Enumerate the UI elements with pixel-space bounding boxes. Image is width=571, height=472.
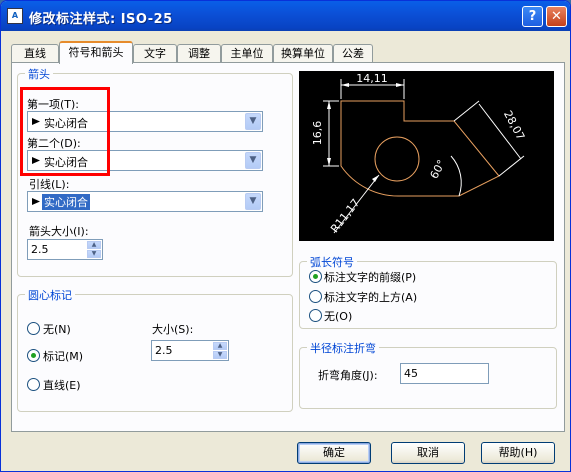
preview-geometry [340,100,500,197]
arc-none-label: 无(O) [324,310,353,323]
ok-button[interactable]: 确定 [297,442,371,464]
dimension-preview: 14,11 16,6 28,07 60° R11,17 [299,71,554,241]
spin-up-icon[interactable]: ▲ [87,241,101,249]
arc-above-label: 标注文字的上方(A) [324,291,418,304]
jog-angle-label: 折弯角度(J): [318,369,378,382]
center-none-label: 无(N) [43,323,71,336]
chevron-down-icon[interactable]: ▼ [245,152,261,169]
center-size-value: 2.5 [155,344,173,357]
arc-above-radio[interactable] [309,290,322,303]
app-icon: A [7,8,23,24]
closed-filled-arrow-icon [31,197,41,206]
arc-prefix-label: 标注文字的前缀(P) [324,271,417,284]
center-marks-group-label: 圆心标记 [25,287,75,303]
preview-arrowheads [327,83,404,182]
tab-symbols-arrows[interactable]: 符号和箭头 [59,41,133,64]
center-line-radio[interactable] [27,378,40,391]
tab-text[interactable]: 文字 [133,44,177,63]
preview-dim-angle: 60° [428,158,449,181]
center-line-label: 直线(E) [43,379,81,392]
arrow-size-stepper[interactable]: 2.5 ▲ ▼ [27,239,103,260]
spin-down-icon[interactable]: ▼ [213,351,227,359]
preview-dim-left: 16,6 [311,121,324,146]
spin-up-icon[interactable]: ▲ [213,342,227,350]
leader-label: 引线(L): [29,178,70,191]
arrow-size-label: 箭头大小(I): [29,225,89,238]
tab-fit[interactable]: 调整 [177,44,221,63]
arrow-size-value: 2.5 [31,243,49,256]
jog-angle-input[interactable]: 45 [400,363,489,384]
center-size-stepper[interactable]: 2.5 ▲ ▼ [151,340,229,361]
spin-down-icon[interactable]: ▼ [87,250,101,258]
preview-dim-top: 14,11 [356,72,388,85]
arc-length-group-label: 弧长符号 [307,254,357,270]
center-mark-label: 标记(M) [43,350,84,363]
leader-value: 实心闭合 [42,194,90,210]
preview-dim-radius: R11,17 [328,196,362,235]
center-size-label: 大小(S): [152,323,194,336]
arc-none-radio[interactable] [309,309,322,322]
chevron-down-icon[interactable]: ▼ [245,113,261,130]
window-title: 修改标注样式: ISO-25 [29,12,173,27]
title-bar[interactable]: A 修改标注样式: ISO-25 ? ✕ [1,1,570,31]
part-outline [340,100,500,197]
jog-angle-value: 45 [404,367,418,380]
cancel-button[interactable]: 取消 [391,442,465,464]
highlight-box [20,87,110,176]
arc-prefix-radio[interactable] [309,270,322,283]
spin-buttons[interactable]: ▲ ▼ [213,342,227,359]
center-mark-radio[interactable] [27,349,40,362]
leader-select[interactable]: 实心闭合 ▼ [27,191,263,212]
help-title-button[interactable]: ? [522,6,543,27]
close-button[interactable]: ✕ [546,6,567,27]
tab-lines[interactable]: 直线 [11,44,59,63]
preview-drawing: 14,11 16,6 28,07 60° R11,17 [311,72,527,235]
chevron-down-icon[interactable]: ▼ [245,193,261,210]
tab-tolerances[interactable]: 公差 [333,44,373,63]
arrowheads-group-label: 箭头 [25,66,53,82]
tab-primary-units[interactable]: 主单位 [221,44,273,63]
help-button[interactable]: 帮助(H) [481,442,555,464]
spin-buttons[interactable]: ▲ ▼ [87,241,101,258]
tab-alternate-units[interactable]: 换算单位 [273,44,333,63]
dialog-window: A 修改标注样式: ISO-25 ? ✕ 直线 符号和箭头 文字 调整 主单位 … [0,0,571,472]
hole-circle [374,136,420,182]
center-none-radio[interactable] [27,322,40,335]
radius-jog-group-label: 半径标注折弯 [307,340,379,356]
